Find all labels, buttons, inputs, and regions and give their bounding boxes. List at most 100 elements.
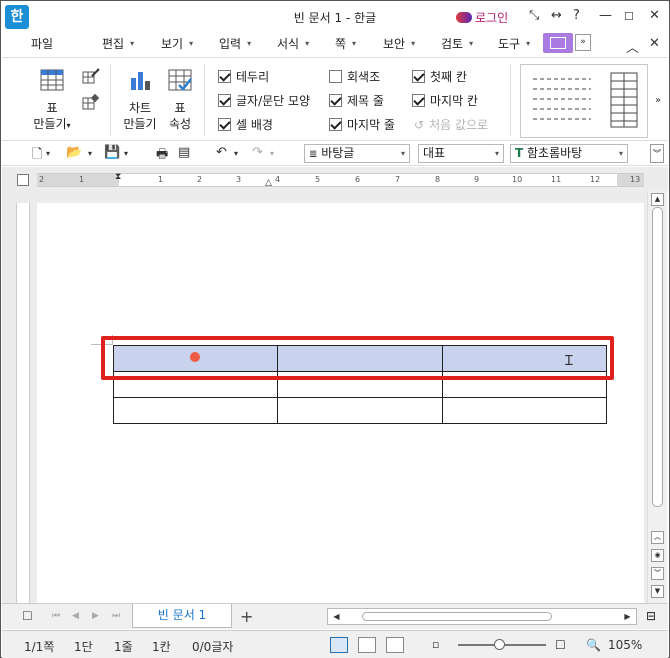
vertical-scrollbar[interactable]: ▲ ︽ ◉ ︾ ▼ bbox=[647, 191, 667, 603]
indent-marker-icon[interactable]: ⧗ bbox=[115, 172, 121, 182]
right-indent-icon[interactable]: △ bbox=[265, 178, 272, 188]
scroll-down-icon[interactable]: ▼ bbox=[651, 585, 664, 598]
preview-icon[interactable]: ▤ bbox=[178, 145, 190, 160]
save-icon[interactable]: 💾 bbox=[104, 145, 120, 160]
check-grayscale[interactable]: 회색조 bbox=[329, 68, 380, 85]
checkbox-checked-icon bbox=[329, 118, 342, 131]
width-fit-button[interactable] bbox=[358, 637, 376, 653]
tab-document-1[interactable]: 빈 문서 1 bbox=[132, 604, 232, 628]
menu-security[interactable]: 보안 ▾ bbox=[383, 35, 415, 52]
normal-view-button[interactable] bbox=[330, 637, 348, 653]
table-row[interactable] bbox=[113, 397, 607, 424]
style-select[interactable]: ≣ 바탕글 ▾ bbox=[304, 144, 410, 163]
checkbox-checked-icon bbox=[218, 70, 231, 83]
resize-icon[interactable]: ⤡ bbox=[529, 8, 539, 23]
table-tab-button[interactable] bbox=[543, 33, 573, 53]
font-select[interactable]: T 함초롬바탕 ▾ bbox=[510, 144, 628, 163]
ruler-left-margin bbox=[37, 174, 119, 186]
scroll-right-icon[interactable]: ▶ bbox=[621, 610, 634, 623]
menu-file[interactable]: 파일 bbox=[31, 35, 53, 52]
scroll-left-icon[interactable]: ◀ bbox=[330, 610, 343, 623]
toolbar-expand-button[interactable]: ︾ bbox=[650, 144, 664, 163]
window-title: 빈 문서 1 - 한글 bbox=[293, 11, 377, 25]
check-last-row[interactable]: 마지막 줄 bbox=[329, 116, 395, 133]
ruler-corner-toggle[interactable] bbox=[17, 174, 29, 186]
chart-make-button[interactable]: 차트 만들기 bbox=[120, 58, 160, 132]
zoom-magnifier-icon[interactable]: 🔍 bbox=[586, 638, 601, 652]
open-dropdown-icon[interactable]: ▾ bbox=[88, 149, 92, 158]
check-border[interactable]: 테두리 bbox=[218, 68, 269, 85]
page-up-icon[interactable]: ︽ bbox=[651, 531, 664, 544]
menu-format[interactable]: 서식 ▾ bbox=[277, 35, 309, 52]
table-make-button[interactable]: 표 만들기▾ bbox=[30, 58, 74, 134]
cell-erase-icon[interactable] bbox=[82, 94, 100, 110]
help-icon[interactable]: ? bbox=[573, 8, 580, 23]
menu-edit[interactable]: 편집 ▾ bbox=[102, 35, 134, 52]
language-select[interactable]: 대표 ▾ bbox=[418, 144, 504, 163]
open-folder-icon[interactable]: 📂 bbox=[66, 145, 82, 160]
chevron-down-icon: ▾ bbox=[618, 149, 623, 158]
split-view-icon[interactable]: ⊟ bbox=[646, 609, 656, 623]
print-icon[interactable]: 🖶 bbox=[156, 145, 168, 167]
vertical-ruler[interactable] bbox=[16, 203, 30, 603]
menu-more-button[interactable]: » bbox=[575, 34, 591, 51]
horizontal-scrollbar[interactable]: ◀ ▶ bbox=[327, 608, 637, 625]
check-first-column[interactable]: 첫째 칸 bbox=[412, 68, 467, 85]
table-style-gallery[interactable] bbox=[520, 64, 648, 138]
maximize-icon[interactable]: ☐ bbox=[624, 10, 634, 23]
check-header-row[interactable]: 제목 줄 bbox=[329, 92, 384, 109]
title-bar: 한 빈 문서 1 - 한글 로그인 ⤡ ↔ ? — ☐ ✕ bbox=[1, 1, 669, 33]
menu-page[interactable]: 쪽 ▾ bbox=[335, 35, 356, 52]
zoom-out-icon[interactable]: ▫ bbox=[432, 638, 439, 651]
zoom-slider-knob[interactable] bbox=[494, 639, 505, 650]
add-tab-button[interactable]: + bbox=[240, 607, 253, 626]
ruler-number: 13 bbox=[630, 175, 641, 184]
menu-review[interactable]: 검토 ▾ bbox=[441, 35, 473, 52]
menu-view[interactable]: 보기 ▾ bbox=[161, 35, 193, 52]
table-cell[interactable] bbox=[442, 397, 607, 424]
save-dropdown-icon[interactable]: ▾ bbox=[124, 149, 128, 158]
ruler-corner-shade bbox=[16, 191, 30, 203]
horizontal-ruler[interactable]: 2 1 1 2 3 4 5 6 7 8 9 10 11 12 13 ⧗ △ bbox=[37, 172, 644, 188]
tab-list-icon[interactable]: ☐ bbox=[22, 609, 33, 623]
page-down-icon[interactable]: ︾ bbox=[651, 567, 664, 580]
page-select-icon[interactable]: ◉ bbox=[651, 549, 664, 562]
close-icon[interactable]: ✕ bbox=[649, 8, 660, 23]
table-icon bbox=[40, 69, 64, 91]
gallery-more-button[interactable]: » bbox=[650, 64, 666, 138]
chevron-down-icon: ▾ bbox=[494, 149, 499, 158]
ribbon: 표 만들기▾ 차트 만들기 표 속성 테두리 글자/문단 모양 셀 배경 회색조… bbox=[2, 57, 668, 141]
check-char-para-shape[interactable]: 글자/문단 모양 bbox=[218, 92, 310, 109]
vertical-scroll-thumb[interactable] bbox=[652, 207, 663, 507]
new-dropdown-icon[interactable]: ▾ bbox=[46, 149, 50, 158]
check-cell-background[interactable]: 셀 배경 bbox=[218, 116, 273, 133]
zoom-in-icon[interactable]: ☐ bbox=[555, 638, 566, 652]
split-icon[interactable]: ↔ bbox=[551, 8, 562, 23]
reset-default-button[interactable]: ↺ 처음 값으로 bbox=[414, 116, 488, 133]
table-cell[interactable] bbox=[277, 397, 443, 424]
menu-tools[interactable]: 도구 ▾ bbox=[498, 35, 530, 52]
minimize-icon[interactable]: — bbox=[599, 8, 612, 23]
first-tab-icon: ⏮ bbox=[52, 611, 61, 621]
menu-insert[interactable]: 입력 ▾ bbox=[219, 35, 251, 52]
zoom-level[interactable]: 105% bbox=[608, 638, 642, 652]
text-cursor-icon: Ɪ bbox=[565, 353, 573, 369]
next-tab-icon: ▶ bbox=[92, 611, 99, 621]
undo-icon[interactable]: ↶ bbox=[216, 145, 227, 160]
check-last-column[interactable]: 마지막 칸 bbox=[412, 92, 478, 109]
new-document-icon[interactable]: 🗋 bbox=[32, 145, 42, 167]
undo-dropdown-icon[interactable]: ▾ bbox=[234, 149, 238, 158]
table-make-label-1: 표 bbox=[46, 101, 58, 115]
redo-dropdown-icon: ▾ bbox=[270, 149, 275, 158]
table-cell[interactable] bbox=[113, 397, 278, 424]
page-view-button[interactable] bbox=[386, 637, 404, 653]
ribbon-collapse-icon[interactable]: ︿ bbox=[626, 37, 639, 56]
horizontal-scroll-thumb[interactable] bbox=[362, 612, 552, 621]
table-props-button[interactable]: 표 속성 bbox=[162, 58, 198, 132]
ribbon-separator bbox=[110, 64, 111, 136]
login-button[interactable]: 로그인 bbox=[456, 9, 508, 26]
status-page[interactable]: 1/1쪽 bbox=[24, 638, 54, 655]
cell-draw-icon[interactable] bbox=[82, 68, 100, 84]
scroll-up-icon[interactable]: ▲ bbox=[651, 193, 664, 206]
ribbon-close-icon[interactable]: ✕ bbox=[649, 36, 660, 51]
